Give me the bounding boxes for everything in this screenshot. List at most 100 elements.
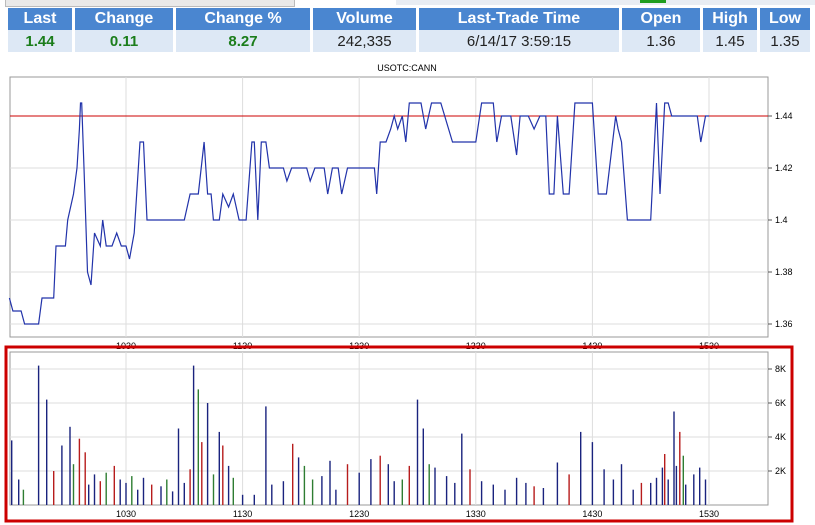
volume-bar bbox=[469, 469, 471, 505]
volume-bar bbox=[61, 445, 63, 505]
volume-x-tick-label: 1130 bbox=[233, 509, 252, 519]
volume-bar bbox=[673, 411, 675, 505]
volume-bar bbox=[53, 471, 55, 505]
volume-bar bbox=[160, 486, 162, 505]
volume-bar bbox=[271, 484, 273, 505]
volume-bar bbox=[151, 484, 153, 505]
volume-bar bbox=[72, 464, 75, 505]
volume-bar bbox=[125, 482, 127, 505]
volume-bar bbox=[166, 479, 168, 505]
volume-bar bbox=[177, 428, 180, 505]
volume-bar bbox=[321, 476, 323, 505]
volume-bar bbox=[137, 489, 139, 505]
volume-bar bbox=[370, 459, 372, 505]
volume-bar bbox=[358, 472, 360, 505]
volume-bar bbox=[504, 489, 506, 505]
volume-bar bbox=[46, 399, 48, 505]
volume-bar bbox=[679, 431, 681, 505]
volume-bar bbox=[346, 464, 349, 505]
volume-y-tick-label: 4K bbox=[775, 432, 786, 442]
volume-bar bbox=[661, 467, 664, 505]
volume-bar bbox=[241, 494, 244, 505]
volume-bar bbox=[640, 482, 643, 505]
volume-bar bbox=[655, 477, 658, 505]
volume-bar bbox=[591, 442, 594, 505]
price-plot: 1030 1130 1230 1330 1430 15301.441.421.41.381… bbox=[8, 76, 793, 351]
volume-bar bbox=[675, 465, 678, 505]
chart-title: USOTC:CANN bbox=[377, 63, 437, 73]
volume-x-tick-label: 1430 bbox=[582, 509, 602, 519]
volume-bar bbox=[93, 474, 96, 505]
volume-bar bbox=[580, 431, 582, 505]
volume-bar bbox=[667, 479, 669, 505]
volume-bar bbox=[88, 484, 90, 505]
volume-x-tick-label: 1530 bbox=[699, 509, 719, 519]
volume-bar bbox=[387, 464, 389, 505]
volume-bar bbox=[212, 474, 215, 505]
volume-bar bbox=[454, 482, 456, 505]
volume-bar bbox=[329, 460, 331, 505]
volume-bar bbox=[197, 389, 199, 505]
volume-bar bbox=[408, 465, 410, 505]
volume-bar bbox=[22, 489, 25, 505]
volume-bar bbox=[533, 486, 535, 505]
volume-bar bbox=[253, 494, 255, 505]
volume-bar bbox=[282, 481, 285, 505]
volume-bar bbox=[171, 491, 174, 505]
volume-bar bbox=[297, 457, 300, 505]
volume-bar bbox=[568, 474, 570, 505]
volume-bar bbox=[113, 465, 115, 505]
volume-bar bbox=[131, 476, 133, 505]
price-y-tick-label: 1.38 bbox=[775, 267, 793, 277]
volume-bar bbox=[265, 406, 267, 505]
volume-bar bbox=[99, 481, 101, 505]
volume-x-tick-label: 1030 bbox=[116, 509, 136, 519]
volume-bar bbox=[18, 479, 20, 505]
volume-bar bbox=[37, 365, 40, 505]
volume-bar bbox=[393, 481, 395, 505]
volume-bar bbox=[335, 489, 337, 505]
volume-bar bbox=[78, 438, 81, 505]
volume-bar bbox=[682, 455, 684, 505]
volume-bar bbox=[142, 477, 145, 505]
volume-bar bbox=[515, 477, 518, 505]
volume-bar bbox=[650, 482, 652, 505]
volume-bar bbox=[664, 454, 666, 505]
volume-x-tick-label: 1330 bbox=[466, 509, 486, 519]
volume-bar bbox=[693, 474, 695, 505]
volume-bar bbox=[84, 452, 86, 505]
volume-bar bbox=[434, 467, 436, 505]
volume-bar bbox=[492, 484, 494, 505]
volume-bar bbox=[480, 481, 483, 505]
price-y-tick-label: 1.42 bbox=[775, 163, 793, 173]
volume-bar bbox=[183, 482, 185, 505]
volume-bar bbox=[379, 455, 381, 505]
volume-bar bbox=[542, 488, 545, 505]
volume-bar bbox=[685, 484, 687, 505]
volume-bar bbox=[612, 479, 615, 505]
volume-bar bbox=[603, 469, 605, 505]
volume-bar bbox=[428, 464, 430, 505]
volume-bar bbox=[192, 365, 195, 505]
volume-bar bbox=[105, 472, 107, 505]
volume-bar bbox=[189, 469, 191, 505]
volume-bar bbox=[525, 482, 527, 505]
volume-y-tick-label: 2K bbox=[775, 466, 786, 476]
price-y-tick-label: 1.36 bbox=[775, 319, 793, 329]
volume-bar bbox=[303, 465, 306, 505]
volume-bar bbox=[232, 477, 234, 505]
volume-bar bbox=[69, 426, 71, 505]
volume-bar bbox=[445, 476, 448, 505]
volume-bar bbox=[416, 399, 419, 505]
volume-bar bbox=[620, 464, 623, 505]
volume-bar bbox=[218, 431, 220, 505]
volume-y-tick-label: 8K bbox=[775, 364, 786, 374]
volume-bar bbox=[119, 479, 121, 505]
volume-bar bbox=[632, 489, 634, 505]
volume-bar bbox=[222, 445, 224, 505]
volume-plot: 1030 1130 1230 1330 1430 1530 8K 6K 4K 2K bbox=[9, 351, 786, 519]
price-y-tick-label: 1.44 bbox=[775, 111, 793, 121]
volume-bar bbox=[11, 440, 13, 505]
volume-bar bbox=[461, 433, 463, 505]
volume-bar bbox=[227, 465, 230, 505]
